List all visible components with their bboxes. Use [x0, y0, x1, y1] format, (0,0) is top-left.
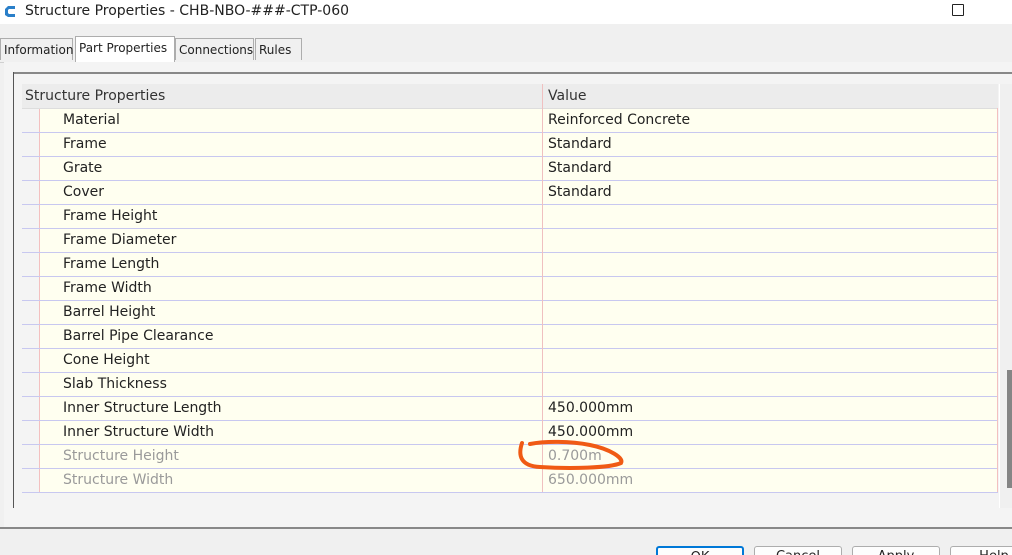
help-button[interactable]: Help	[950, 546, 1012, 555]
row-indent	[22, 469, 40, 492]
tab-strip: Information Part Properties Connections …	[0, 36, 1012, 63]
row-indent	[22, 109, 40, 132]
title-bar: Structure Properties - CHB-NBO-###-CTP-0…	[0, 0, 1012, 24]
property-name: Barrel Height	[63, 304, 156, 320]
property-name: Grate	[63, 160, 103, 176]
grid-row[interactable]: Frame Length	[22, 253, 998, 277]
app-icon	[5, 6, 15, 17]
property-name: Barrel Pipe Clearance	[63, 328, 214, 344]
row-indent	[22, 421, 40, 444]
grid-row[interactable]: Frame Diameter	[22, 229, 998, 253]
grid-row[interactable]: Cover Standard	[22, 181, 998, 205]
divider	[997, 108, 998, 492]
tab-information[interactable]: Information	[0, 38, 73, 60]
row-indent	[22, 253, 40, 276]
column-header-value[interactable]: Value	[548, 88, 586, 104]
property-value[interactable]: Standard	[548, 184, 612, 200]
row-indent	[22, 133, 40, 156]
property-name: Material	[63, 112, 120, 128]
grid-row[interactable]: Grate Standard	[22, 157, 998, 181]
button-bar: OK Cancel Apply Help	[0, 529, 1012, 555]
property-name: Frame	[63, 136, 107, 152]
property-value: 0.700m	[548, 448, 602, 464]
ok-button[interactable]: OK	[656, 546, 744, 555]
property-name: Slab Thickness	[63, 376, 167, 392]
grid-row[interactable]: Barrel Height	[22, 301, 998, 325]
grid-row[interactable]: Material Reinforced Concrete	[22, 109, 998, 133]
row-indent	[22, 397, 40, 420]
grid-row[interactable]: Cone Height	[22, 349, 998, 373]
row-indent	[22, 181, 40, 204]
grid-header: Structure Properties Value	[22, 84, 998, 109]
property-value[interactable]: 450.000mm	[548, 424, 633, 440]
grid-row: Structure Width 650.000mm	[22, 469, 998, 493]
property-name: Structure Width	[63, 472, 174, 488]
property-name: Inner Structure Width	[63, 424, 214, 440]
maximize-button[interactable]	[952, 4, 964, 16]
row-indent	[22, 301, 40, 324]
property-name: Frame Height	[63, 208, 158, 224]
apply-button[interactable]: Apply	[852, 546, 940, 555]
row-indent	[22, 325, 40, 348]
row-indent	[22, 157, 40, 180]
row-indent	[22, 349, 40, 372]
property-name: Frame Length	[63, 256, 160, 272]
row-indent	[22, 205, 40, 228]
property-name: Cover	[63, 184, 104, 200]
property-value[interactable]: Standard	[548, 136, 612, 152]
divider	[13, 72, 14, 508]
grid-row[interactable]: Frame Width	[22, 277, 998, 301]
property-name: Inner Structure Length	[63, 400, 222, 416]
property-name: Structure Height	[63, 448, 179, 464]
property-value[interactable]: Standard	[548, 160, 612, 176]
row-indent	[22, 229, 40, 252]
property-name: Cone Height	[63, 352, 150, 368]
property-value[interactable]: Reinforced Concrete	[548, 112, 690, 128]
property-name: Frame Width	[63, 280, 152, 296]
cancel-button[interactable]: Cancel	[754, 546, 842, 555]
window-title: Structure Properties - CHB-NBO-###-CTP-0…	[25, 3, 350, 19]
grid-row[interactable]: Frame Height	[22, 205, 998, 229]
property-value: 650.000mm	[548, 472, 634, 488]
column-header-property[interactable]: Structure Properties	[25, 88, 165, 104]
tab-rules[interactable]: Rules	[255, 38, 302, 60]
properties-grid: Structure Properties Value Material Reinf…	[22, 84, 998, 493]
property-value[interactable]: 450.000mm	[548, 400, 633, 416]
row-indent	[22, 277, 40, 300]
tab-connections[interactable]: Connections	[175, 38, 254, 60]
tab-part-properties[interactable]: Part Properties	[75, 36, 175, 62]
grid-row[interactable]: Inner Structure Width 450.000mm	[22, 421, 998, 445]
grid-row: Structure Height 0.700m	[22, 445, 998, 469]
grid-row[interactable]: Slab Thickness	[22, 373, 998, 397]
property-name: Frame Diameter	[63, 232, 177, 248]
row-indent	[22, 373, 40, 396]
divider	[13, 72, 1012, 74]
row-indent	[22, 445, 40, 468]
grid-row[interactable]: Inner Structure Length 450.000mm	[22, 397, 998, 421]
scrollbar-thumb[interactable]	[1007, 370, 1012, 488]
grid-row[interactable]: Frame Standard	[22, 133, 998, 157]
grid-row[interactable]: Barrel Pipe Clearance	[22, 325, 998, 349]
vertical-scrollbar[interactable]	[999, 84, 1012, 508]
column-divider[interactable]	[542, 84, 543, 492]
